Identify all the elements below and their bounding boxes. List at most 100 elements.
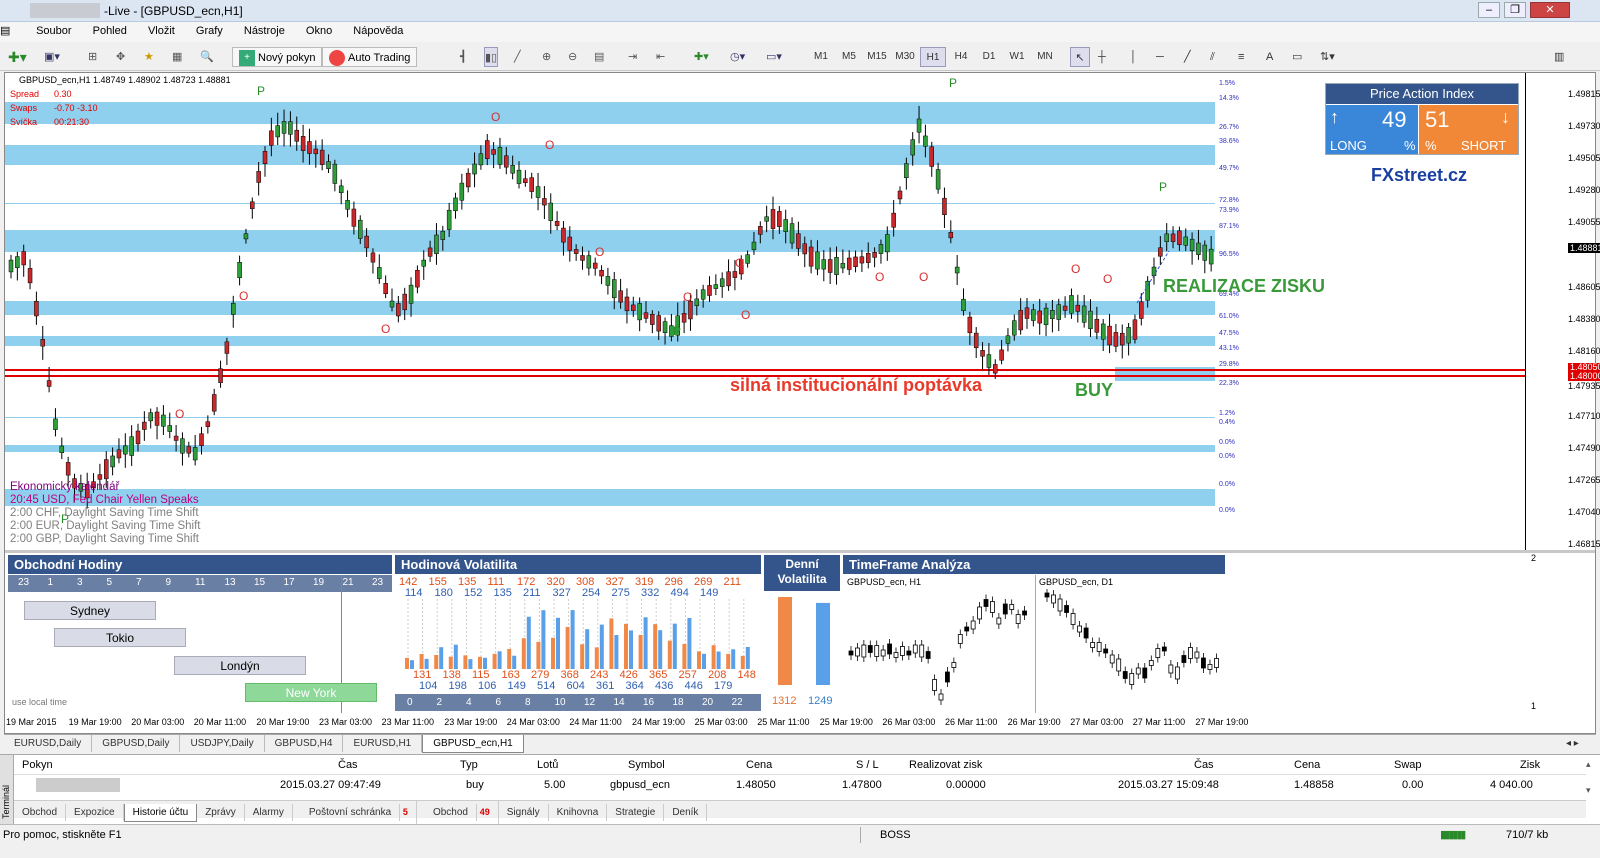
- tab-mailbox[interactable]: Poštovní schránka 5: [293, 801, 417, 824]
- zoom-in-icon[interactable]: ⊕: [542, 47, 551, 67]
- fibo-icon[interactable]: ≡: [1238, 47, 1244, 67]
- trendline-icon[interactable]: ╱: [1184, 47, 1191, 67]
- candle: [783, 209, 788, 244]
- volatility-bar: [672, 623, 677, 669]
- vertical-line-icon[interactable]: │: [1130, 47, 1137, 67]
- chart-window[interactable]: PPPPPOOOOOOOOOOOOO GBPUSD_ecn,H1 1.48749…: [4, 72, 1600, 734]
- brand-label[interactable]: FXstreet.cz: [1371, 165, 1467, 186]
- candle: [929, 141, 934, 177]
- col-cena-close[interactable]: Cena: [1294, 759, 1320, 771]
- scroll-down-icon[interactable]: ▾: [1586, 785, 1591, 796]
- tab-scroll-icon[interactable]: ◂ ▸: [1556, 735, 1589, 752]
- tab-historie[interactable]: Historie účtu: [123, 804, 198, 822]
- bar-chart-icon[interactable]: ┫: [460, 47, 467, 67]
- chart-tab[interactable]: EURUSD,Daily: [4, 735, 93, 752]
- market-watch-icon[interactable]: ⊞: [88, 47, 97, 67]
- horizontal-line-icon[interactable]: ─: [1156, 47, 1164, 67]
- col-tp[interactable]: Realizovat zisk: [909, 759, 982, 771]
- indicators-icon[interactable]: ✚▾: [694, 47, 709, 67]
- hour-tick: 1: [47, 577, 54, 588]
- auto-trading-button[interactable]: Auto Trading: [322, 47, 418, 67]
- tab-strategie[interactable]: Strategie: [607, 804, 665, 821]
- menu-nastroje[interactable]: Nástroje: [235, 22, 294, 37]
- channel-icon[interactable]: ⫽: [1210, 47, 1215, 67]
- menu-grafy[interactable]: Grafy: [187, 22, 232, 37]
- candle-chart-icon[interactable]: ▮▯: [484, 47, 499, 67]
- row-symbol: gbpusd_ecn: [610, 779, 670, 791]
- col-cena[interactable]: Cena: [746, 759, 772, 771]
- navigator-icon[interactable]: ✥: [116, 47, 125, 67]
- chart-tab[interactable]: GBPUSD,H4: [265, 735, 344, 752]
- close-icon[interactable]: ✕: [1530, 2, 1570, 18]
- terminal-icon[interactable]: ▦: [172, 47, 182, 67]
- tile-windows-icon[interactable]: ▤: [594, 47, 604, 67]
- chat-icon[interactable]: ▥: [1554, 47, 1564, 67]
- profiles-icon[interactable]: ▣▾: [44, 47, 60, 67]
- favorites-icon[interactable]: ★: [144, 47, 154, 67]
- col-pokyn[interactable]: Pokyn: [22, 759, 53, 771]
- tf-m1[interactable]: M1: [808, 47, 834, 67]
- tab-denik[interactable]: Deník: [664, 804, 708, 821]
- col-sl[interactable]: S / L: [856, 759, 879, 771]
- chart-tab-active[interactable]: GBPUSD_ecn,H1: [422, 735, 524, 753]
- line-chart-icon[interactable]: ╱: [514, 47, 521, 67]
- price-tick: 1.47040: [1568, 507, 1600, 517]
- arrows-icon[interactable]: ⇅▾: [1320, 47, 1335, 67]
- autoscroll-icon[interactable]: ⇥: [628, 47, 637, 67]
- col-swap[interactable]: Swap: [1394, 759, 1422, 771]
- tab-obchod[interactable]: Obchod: [14, 804, 67, 821]
- tf-m30[interactable]: M30: [892, 47, 918, 67]
- candle: [358, 215, 363, 245]
- scroll-up-icon[interactable]: ▴: [1586, 759, 1591, 770]
- templates-icon[interactable]: ▭▾: [766, 47, 782, 67]
- menu-vlozit[interactable]: Vložit: [139, 22, 184, 37]
- hour-tick: 10: [554, 697, 566, 708]
- menu-soubor[interactable]: Soubor: [27, 22, 80, 37]
- col-typ[interactable]: Typ: [460, 759, 478, 771]
- tab-zpravy[interactable]: Zprávy: [197, 804, 245, 821]
- minimize-icon[interactable]: –: [1478, 2, 1500, 18]
- col-zisk[interactable]: Zisk: [1520, 759, 1540, 771]
- candle: [383, 275, 388, 299]
- col-symbol[interactable]: Symbol: [628, 759, 665, 771]
- tf-w1[interactable]: W1: [1004, 47, 1030, 67]
- zoom-out-icon[interactable]: ⊖: [568, 47, 577, 67]
- text-icon[interactable]: A: [1266, 47, 1273, 67]
- mini-candle: [957, 629, 963, 649]
- tab-alarmy[interactable]: Alarmy: [245, 804, 293, 821]
- terminal-row[interactable]: 2015.03.27 09:47:49 buy 5.00 gbpusd_ecn …: [14, 775, 1586, 795]
- use-local-time[interactable]: use local time: [12, 697, 67, 707]
- pct-label: 0.0%: [1219, 453, 1235, 460]
- label-icon[interactable]: ▭: [1292, 47, 1302, 67]
- menu-okno[interactable]: Okno: [297, 22, 341, 37]
- menu-pohled[interactable]: Pohled: [84, 22, 136, 37]
- cursor-icon[interactable]: ↖: [1070, 47, 1090, 67]
- new-order-button[interactable]: + Nový pokyn: [232, 47, 323, 67]
- menu-napoveda[interactable]: Nápověda: [344, 22, 412, 37]
- crosshair-icon[interactable]: ┼: [1098, 47, 1106, 67]
- tf-h4[interactable]: H4: [948, 47, 974, 67]
- hour-tick: 17: [283, 577, 295, 588]
- tf-h1[interactable]: H1: [920, 47, 946, 67]
- chart-tab[interactable]: USDJPY,Daily: [180, 735, 265, 752]
- tf-m15[interactable]: M15: [864, 47, 890, 67]
- periods-icon[interactable]: ◷▾: [730, 47, 745, 67]
- mini-candle: [1051, 590, 1056, 608]
- tf-mn[interactable]: MN: [1032, 47, 1058, 67]
- tf-m5[interactable]: M5: [836, 47, 862, 67]
- tab-signaly[interactable]: Signály: [499, 804, 549, 821]
- pct-label: 47.5%: [1219, 330, 1239, 337]
- new-chart-icon[interactable]: ✚▾: [8, 47, 27, 67]
- chart-tab[interactable]: EURUSD,H1: [343, 735, 423, 752]
- tf-d1[interactable]: D1: [976, 47, 1002, 67]
- col-cas-close[interactable]: Čas: [1194, 759, 1214, 771]
- tab-knihovna[interactable]: Knihovna: [549, 804, 608, 821]
- tester-icon[interactable]: 🔍: [200, 47, 214, 67]
- chart-tab[interactable]: GBPUSD,Daily: [92, 735, 181, 752]
- col-lotu[interactable]: Lotů: [537, 759, 558, 771]
- restore-icon[interactable]: ❐: [1504, 2, 1526, 18]
- tab-obchod-market[interactable]: Obchod 49: [417, 801, 499, 824]
- col-cas[interactable]: Čas: [338, 759, 358, 771]
- tab-expozice[interactable]: Expozice: [66, 804, 124, 821]
- chart-shift-icon[interactable]: ⇤: [656, 47, 665, 67]
